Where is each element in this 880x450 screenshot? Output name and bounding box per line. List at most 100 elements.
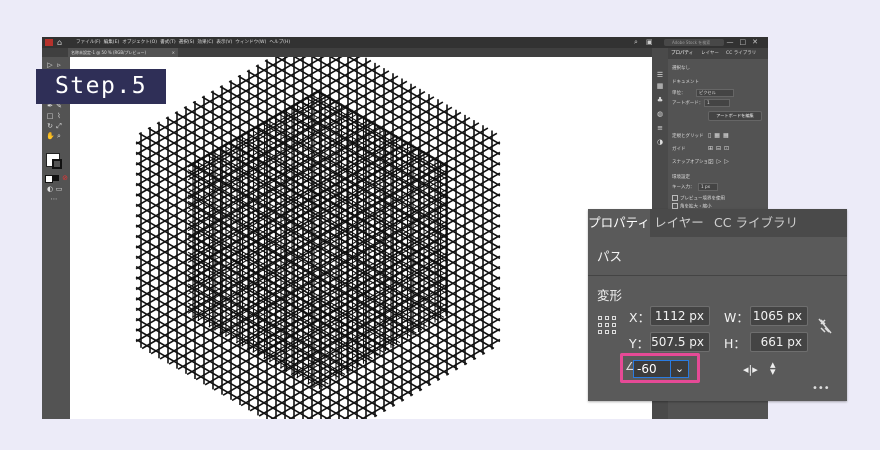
maximize-button[interactable]: □ — [740, 38, 753, 46]
ruler-grid-icons[interactable]: ▯▦▦ — [708, 132, 732, 139]
menu-help[interactable]: ヘルプ(H) — [269, 40, 290, 45]
unit-value: ピクセル — [699, 90, 716, 95]
pattern-line — [156, 122, 501, 322]
small-panel-tabs: プロパティ レイヤー CC ライブラリ — [668, 48, 768, 59]
menu-window[interactable]: ウィンドウ(W) — [235, 40, 266, 45]
flip-horizontal-icon[interactable]: ◂|▸ — [743, 363, 758, 376]
arrange-icon[interactable]: ▣ — [646, 37, 653, 48]
artboard-label: アートボード： — [672, 101, 704, 106]
menu-file[interactable]: ファイル(F) — [76, 40, 101, 45]
transparency-icon[interactable]: ◑ — [656, 138, 664, 146]
panel-tabs: プロパティ レイヤー CC ライブラリ — [588, 209, 847, 237]
artboard-select[interactable]: 1 — [704, 99, 730, 107]
small-tab-properties[interactable]: プロパティ — [671, 48, 693, 59]
key-increment-field[interactable]: 1 px — [698, 183, 718, 191]
guide-icons[interactable]: ⊞⊟⊡ — [708, 145, 732, 152]
more-options-icon[interactable]: ••• — [812, 383, 830, 394]
stock-search-input[interactable]: Adobe Stock を検索 — [664, 39, 724, 46]
unit-select[interactable]: ピクセル — [696, 89, 734, 97]
no-selection-label: 選択なし — [672, 66, 690, 71]
menu-object[interactable]: オブジェクト(O) — [122, 40, 157, 45]
document-tab-bar: 名称未設定-1 @ 50 % (RGB/プレビュー) × — [42, 48, 652, 57]
tab-cc-libraries[interactable]: CC ライブラリ — [708, 209, 804, 237]
scale-tool-icon[interactable]: ⤢ — [55, 122, 63, 130]
pattern-line — [168, 172, 501, 365]
width-input[interactable]: 1065 px — [750, 306, 808, 326]
screen-mode-icon[interactable]: ▭ — [55, 185, 63, 193]
menu-edit[interactable]: 編集(E) — [104, 40, 120, 45]
properties-icon[interactable]: ☰ — [656, 71, 664, 79]
symbols-icon[interactable]: ◍ — [656, 110, 664, 118]
pattern-line — [241, 226, 449, 347]
zoom-tool-icon[interactable]: ⌕ — [55, 132, 63, 140]
preferences-heading: 環境設定 — [672, 175, 690, 180]
stroke-icon[interactable]: ≡ — [656, 124, 664, 132]
h-label: H： — [724, 336, 746, 351]
tab-layers[interactable]: レイヤー — [650, 209, 708, 237]
swatches-icon[interactable]: ▦ — [656, 82, 664, 90]
snap-icons[interactable]: ◫▷▷ — [708, 158, 732, 165]
inner-diagonal-lines-b — [187, 90, 449, 388]
menu-items: ファイル(F) 編集(E) オブジェクト(O) 書式(T) 選択(S) 効果(C) 表示(V… — [76, 38, 293, 47]
gradient-mode-icon[interactable] — [53, 175, 59, 181]
key-increment-label: キー入力： — [672, 185, 695, 190]
unit-label: 単位： — [672, 91, 686, 96]
draw-mode-icon[interactable]: ◐ — [46, 185, 54, 193]
window-controls: —□✕ — [727, 37, 765, 48]
menu-select[interactable]: 選択(S) — [179, 40, 195, 45]
minimize-button[interactable]: — — [727, 38, 740, 46]
search-icon[interactable]: ⌕ — [634, 37, 638, 48]
menu-effect[interactable]: 効果(C) — [197, 40, 213, 45]
app-logo-icon — [45, 39, 53, 46]
brush-tool-icon[interactable]: ⌇ — [55, 112, 63, 120]
height-input[interactable]: 661 px — [750, 332, 808, 352]
section-divider — [588, 275, 847, 276]
menu-type[interactable]: 書式(T) — [160, 40, 176, 45]
menu-bar: ⌂ ファイル(F) 編集(E) オブジェクト(O) 書式(T) 選択(S) 効果(C) 表示… — [42, 37, 768, 48]
small-tab-libraries[interactable]: CC ライブラリ — [726, 48, 756, 59]
x-input[interactable]: 1112 px — [650, 306, 710, 326]
direct-selection-tool-icon[interactable]: ▹ — [55, 61, 63, 69]
close-window-button[interactable]: ✕ — [752, 38, 764, 46]
document-heading: ドキュメント — [672, 80, 699, 85]
brushes-icon[interactable]: ♣ — [656, 96, 664, 104]
w-label: W： — [724, 310, 749, 325]
stroke-swatch[interactable] — [52, 159, 62, 169]
hand-tool-icon[interactable]: ✋ — [46, 132, 55, 140]
rotate-tool-icon[interactable]: ↻ — [46, 122, 54, 130]
pattern-line — [293, 103, 449, 194]
rectangle-tool-icon[interactable]: □ — [46, 112, 54, 120]
preview-bounds-option[interactable]: プレビュー境界を使用 — [672, 195, 725, 202]
properties-panel-zoom: プロパティ レイヤー CC ライブラリ パス 変形 X： 1112 px Y： … — [588, 209, 847, 401]
flip-vertical-icon[interactable]: ▴ ▾ — [770, 359, 776, 377]
artboard-canvas[interactable] — [70, 57, 652, 419]
pattern-line — [135, 224, 423, 391]
preview-bounds-checkbox[interactable] — [672, 195, 678, 201]
edit-artboard-button[interactable]: アートボードを編集 — [708, 111, 762, 121]
more-tools-icon[interactable]: ⋯ — [50, 195, 58, 203]
constrain-proportions-icon[interactable] — [816, 317, 834, 335]
reference-point-icon[interactable] — [598, 316, 616, 334]
home-icon[interactable]: ⌂ — [57, 38, 62, 47]
key-increment-value: 1 px — [701, 184, 711, 189]
step-label: Step.5 — [36, 69, 166, 104]
rotate-angle-highlight: ∠ -60 ⌄ — [620, 353, 700, 383]
rulers-grids-label: 定規とグリッド — [672, 134, 704, 139]
bottom-band — [42, 419, 768, 450]
fill-mode-icon[interactable] — [45, 175, 53, 183]
x-label: X： — [629, 310, 651, 325]
y-input[interactable]: 507.5 px — [650, 332, 710, 352]
document-tab[interactable]: 名称未設定-1 @ 50 % (RGB/プレビュー) × — [68, 48, 178, 57]
snap-options-label: スナップオプション — [672, 160, 713, 165]
chevron-down-icon[interactable]: ⌄ — [671, 360, 689, 378]
menu-view[interactable]: 表示(V) — [216, 40, 232, 45]
guides-label: ガイド — [672, 147, 686, 152]
none-mode-icon[interactable]: ⊘ — [61, 174, 69, 182]
transform-section-title: 変形 — [597, 288, 623, 303]
close-tab-icon[interactable]: × — [172, 48, 175, 57]
inner-diagonal-lines-a — [187, 90, 449, 388]
rotate-angle-input[interactable]: -60 — [633, 360, 671, 378]
selection-tool-icon[interactable]: ▷ — [46, 61, 54, 69]
small-tab-layers[interactable]: レイヤー — [701, 48, 719, 59]
tab-properties[interactable]: プロパティ — [588, 209, 650, 237]
